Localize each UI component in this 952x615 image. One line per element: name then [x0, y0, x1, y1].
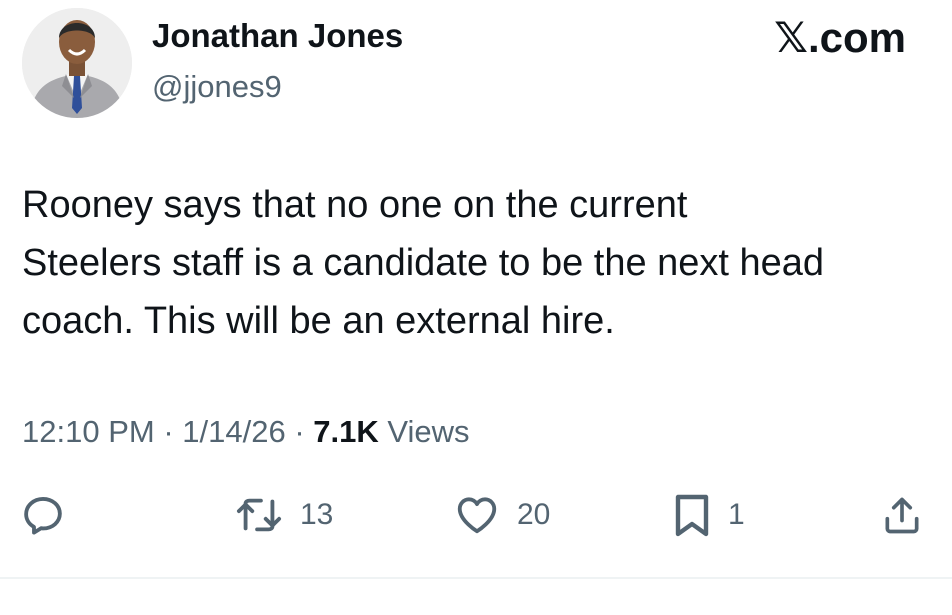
tweet-date[interactable]: 1/14/26: [182, 414, 285, 449]
repost-button[interactable]: 13: [234, 490, 333, 540]
divider: [0, 577, 952, 579]
bookmark-count: 1: [728, 498, 745, 531]
like-count: 20: [517, 498, 551, 531]
meta-separator: ·: [154, 414, 183, 449]
repost-count: 13: [300, 498, 334, 531]
tweet-text: Rooney says that no one on the current S…: [22, 184, 825, 342]
views-count: 7.1K: [313, 414, 379, 449]
reply-icon: [20, 492, 66, 538]
tweet-meta: 12:10 PM · 1/14/26 · 7.1K Views: [22, 412, 470, 452]
views-label: Views: [378, 414, 470, 449]
bookmark-icon: [672, 491, 712, 539]
tweet-time[interactable]: 12:10 PM: [22, 414, 155, 449]
avatar[interactable]: [22, 8, 132, 118]
author-display-name[interactable]: Jonathan Jones: [152, 16, 403, 56]
heart-icon: [453, 492, 501, 538]
share-button[interactable]: [880, 490, 924, 540]
author-handle[interactable]: @jjones9: [152, 68, 282, 106]
share-icon: [880, 492, 924, 538]
reply-button[interactable]: [20, 490, 66, 540]
meta-separator: ·: [285, 414, 314, 449]
bookmark-button[interactable]: 1: [672, 490, 745, 540]
repost-icon: [234, 492, 284, 538]
brand-label: 𝕏.com: [774, 14, 906, 61]
like-button[interactable]: 20: [453, 490, 550, 540]
profile-photo: [22, 8, 132, 118]
